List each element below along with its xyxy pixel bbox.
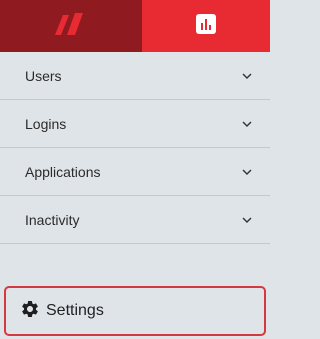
header [0,0,270,52]
analytics-tab[interactable] [142,0,270,52]
chevron-down-icon [242,73,252,79]
settings-button[interactable]: Settings [4,286,266,336]
chevron-down-icon [242,169,252,175]
logo-area[interactable] [0,0,142,52]
nav-item-label: Applications [25,163,101,180]
chevron-down-icon [242,121,252,127]
brand-logo-icon [52,11,90,42]
nav-item-inactivity[interactable]: Inactivity [0,196,270,244]
chevron-down-icon [242,217,252,223]
nav-item-applications[interactable]: Applications [0,148,270,196]
nav-item-label: Inactivity [25,211,80,228]
nav-item-label: Users [25,67,62,84]
gear-icon [20,299,40,324]
nav-item-users[interactable]: Users [0,52,270,100]
nav-item-label: Logins [25,115,67,132]
sidebar-nav: Users Logins Applications Inactivity [0,52,270,244]
bar-chart-icon [196,13,216,39]
nav-item-logins[interactable]: Logins [0,100,270,148]
settings-label: Settings [46,302,104,319]
